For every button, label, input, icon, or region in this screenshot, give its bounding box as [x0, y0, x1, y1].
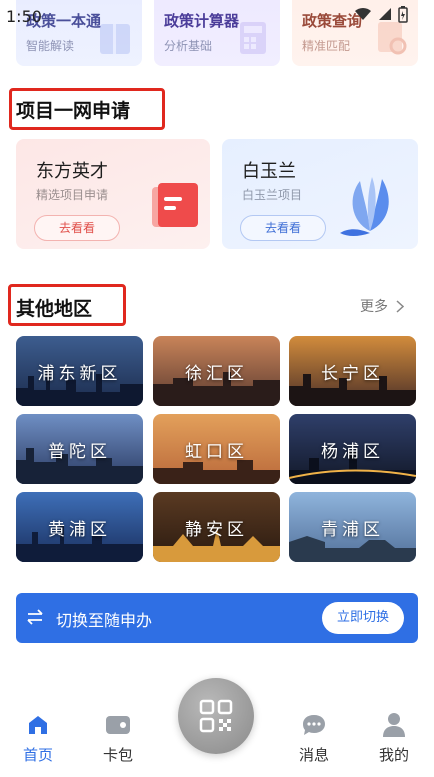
region-label: 普陀区: [48, 442, 111, 462]
battery-icon: [398, 6, 408, 23]
region-label: 静安区: [185, 520, 248, 540]
region-tile-yangpu[interactable]: 杨浦区: [289, 414, 416, 484]
home-icon: [29, 716, 47, 734]
region-tile-pudong[interactable]: 浦东新区: [16, 336, 143, 406]
more-label: 更多: [360, 299, 388, 315]
section-title-project: 项目一网申请: [16, 100, 131, 122]
status-bar: 1:50: [0, 0, 434, 34]
section-title-regions: 其他地区: [16, 298, 93, 320]
region-tile-jingan[interactable]: 静安区: [153, 492, 280, 562]
project-card-subtitle: 白玉兰项目: [242, 188, 303, 202]
project-card-magnolia[interactable]: 白玉兰 白玉兰项目 去看看: [222, 139, 418, 249]
nav-label: 消息: [298, 746, 329, 764]
folder-icon: [152, 183, 198, 227]
switch-now-button[interactable]: 立即切换: [322, 602, 404, 634]
region-tile-xuhui[interactable]: 徐汇区: [153, 336, 280, 406]
region-tile-putuo[interactable]: 普陀区: [16, 414, 143, 484]
more-link[interactable]: 更多: [360, 296, 404, 316]
go-see-button[interactable]: 去看看: [34, 215, 120, 241]
region-label: 青浦区: [321, 520, 384, 540]
region-label: 徐汇区: [185, 364, 248, 384]
nav-label: 我的: [378, 746, 409, 764]
qr-scan-icon: [199, 699, 233, 733]
project-card-title: 白玉兰: [242, 161, 296, 182]
region-label: 黄浦区: [48, 520, 111, 540]
region-label: 长宁区: [321, 364, 384, 384]
status-time: 1:50: [6, 7, 42, 26]
qr-scan-button[interactable]: [178, 678, 254, 754]
region-label: 浦东新区: [37, 364, 122, 384]
nav-home[interactable]: 首页: [8, 710, 68, 765]
project-card-title: 东方英才: [36, 161, 108, 182]
project-card-subtitle: 精选项目申请: [36, 188, 109, 202]
switch-app-banner: 切换至随申办 立即切换: [16, 593, 418, 643]
status-icons: [354, 5, 408, 23]
wifi-icon: [355, 7, 371, 20]
chevron-right-icon: [396, 299, 404, 313]
nav-wallet[interactable]: 卡包: [88, 710, 148, 765]
region-tile-changning[interactable]: 长宁区: [289, 336, 416, 406]
region-label: 杨浦区: [321, 442, 384, 462]
nav-label: 首页: [22, 746, 53, 764]
region-tile-qingpu[interactable]: 青浦区: [289, 492, 416, 562]
region-tile-huangpu[interactable]: 黄浦区: [16, 492, 143, 562]
switch-text: 切换至随申办: [56, 611, 153, 630]
wallet-icon: [106, 716, 130, 734]
nav-label: 卡包: [102, 746, 133, 764]
region-label: 虹口区: [185, 442, 248, 462]
region-tile-hongkou[interactable]: 虹口区: [153, 414, 280, 484]
nav-profile[interactable]: 我的: [364, 710, 424, 765]
user-icon: [383, 713, 405, 737]
switch-arrows-icon: [27, 609, 43, 625]
message-icon: [303, 715, 325, 735]
go-see-button[interactable]: 去看看: [240, 215, 326, 241]
signal-icon: [379, 8, 391, 20]
project-card-dongfang[interactable]: 东方英才 精选项目申请 去看看: [16, 139, 210, 249]
magnolia-flower-icon: [340, 177, 389, 236]
nav-messages[interactable]: 消息: [284, 710, 344, 765]
